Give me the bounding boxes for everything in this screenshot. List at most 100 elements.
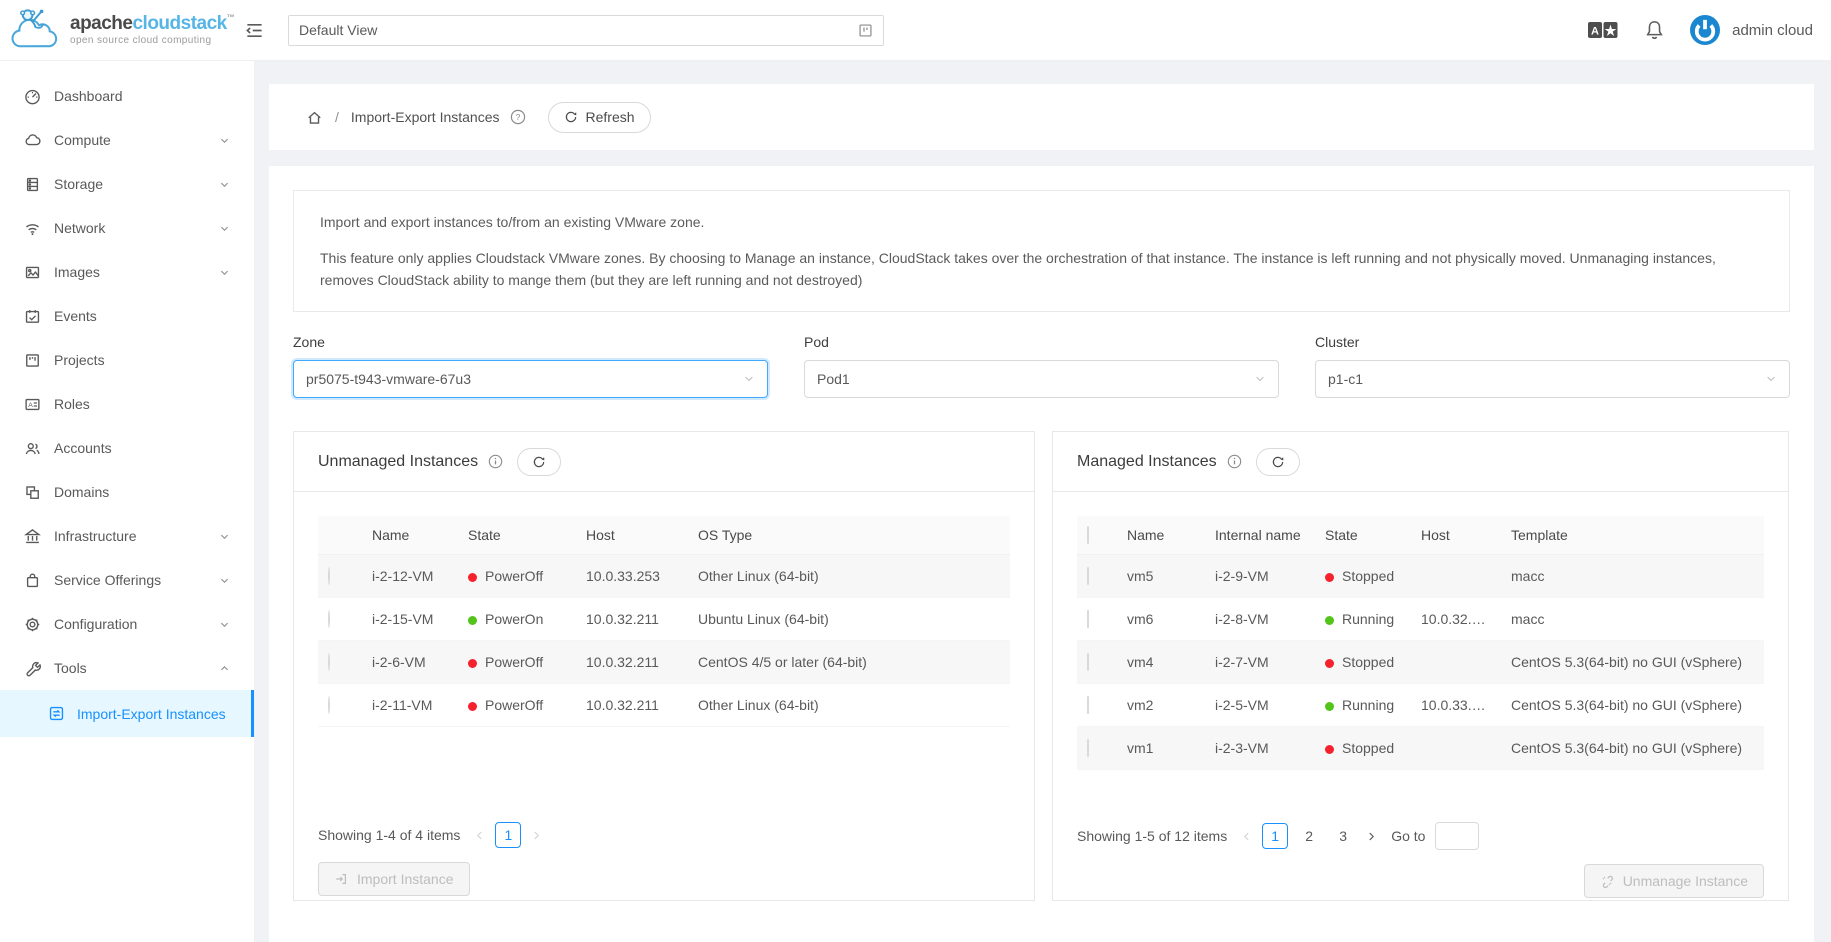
row-checkbox[interactable]: [1087, 739, 1089, 757]
cell-name: i-2-15-VM: [362, 598, 458, 641]
import-instance-button[interactable]: Import Instance: [318, 862, 470, 896]
goto-page-input[interactable]: [1435, 822, 1479, 850]
prev-page-icon[interactable]: [474, 830, 485, 841]
cell-name: i-2-11-VM: [362, 684, 458, 727]
page-number[interactable]: 3: [1330, 823, 1356, 849]
row-checkbox[interactable]: [1087, 653, 1089, 671]
filter-row: Zone pr5075-t943-vmware-67u3 Pod Pod1 Cl…: [293, 334, 1790, 398]
notification-bell-icon[interactable]: [1645, 20, 1664, 40]
sidebar-item-dashboard[interactable]: Dashboard: [0, 74, 254, 118]
sidebar-item-service-offerings[interactable]: Service Offerings: [0, 558, 254, 602]
cell-name: vm2: [1117, 684, 1205, 727]
sidebar-item-projects[interactable]: Projects: [0, 338, 254, 382]
user-avatar-icon[interactable]: [1690, 15, 1720, 45]
team-icon: [24, 440, 41, 457]
view-selector[interactable]: [288, 15, 884, 46]
info-circle-icon[interactable]: [1227, 454, 1242, 469]
page-number[interactable]: 1: [1262, 823, 1288, 849]
pod-select[interactable]: Pod1: [804, 360, 1279, 398]
page-number[interactable]: 1: [495, 822, 521, 848]
sidebar-item-events[interactable]: Events: [0, 294, 254, 338]
row-checkbox[interactable]: [1087, 567, 1089, 585]
status-dot-icon: [468, 573, 477, 582]
unmanage-instance-button[interactable]: Unmanage Instance: [1584, 864, 1764, 898]
next-page-icon[interactable]: [531, 830, 542, 841]
row-checkbox[interactable]: [1087, 610, 1089, 628]
next-page-icon[interactable]: [1366, 831, 1377, 842]
prev-page-icon[interactable]: [1241, 831, 1252, 842]
cell-internal-name: i-2-7-VM: [1205, 641, 1315, 684]
zone-select[interactable]: pr5075-t943-vmware-67u3: [293, 360, 768, 398]
question-circle-icon[interactable]: ?: [510, 109, 526, 125]
sidebar-item-roles[interactable]: A Roles: [0, 382, 254, 426]
chevron-down-icon: [219, 223, 230, 234]
cell-host: 10.0.32.211: [1411, 598, 1501, 641]
calendar-check-icon: [24, 308, 41, 325]
managed-instances-card: Managed Instances: [1052, 431, 1789, 901]
sidebar-item-infrastructure[interactable]: Infrastructure: [0, 514, 254, 558]
cell-os-type: Ubuntu Linux (64-bit): [688, 598, 1010, 641]
managed-refresh-button[interactable]: [1256, 448, 1300, 476]
user-name[interactable]: admin cloud: [1732, 22, 1813, 39]
feature-description: Import and export instances to/from an e…: [293, 190, 1790, 312]
home-icon[interactable]: [306, 109, 323, 126]
sidebar-item-accounts[interactable]: Accounts: [0, 426, 254, 470]
cell-host: [1411, 727, 1501, 770]
status-dot-icon: [1325, 702, 1334, 711]
refresh-button[interactable]: Refresh: [548, 102, 651, 133]
svg-text:?: ?: [515, 112, 520, 122]
sidebar-item-configuration[interactable]: Configuration: [0, 602, 254, 646]
sidebar-item-images[interactable]: Images: [0, 250, 254, 294]
chevron-down-icon: [219, 619, 230, 630]
unmanaged-pagination: Showing 1-4 of 4 items 1: [318, 822, 1010, 848]
status-dot-icon: [1325, 745, 1334, 754]
sidebar-item-storage[interactable]: Storage: [0, 162, 254, 206]
cell-state: PowerOn: [458, 598, 576, 641]
row-radio[interactable]: [328, 610, 330, 628]
info-circle-icon[interactable]: [488, 454, 503, 469]
description-line-1: Import and export instances to/from an e…: [320, 211, 1763, 233]
row-radio[interactable]: [328, 653, 330, 671]
description-line-2: This feature only applies Cloudstack VMw…: [320, 247, 1763, 291]
picture-icon: [24, 264, 41, 281]
cell-template: macc: [1501, 555, 1764, 598]
pagination-summary: Showing 1-5 of 12 items: [1077, 828, 1227, 844]
cell-host: 10.0.32.211: [576, 684, 688, 727]
project-view-icon[interactable]: [858, 23, 873, 38]
sidebar-item-tools[interactable]: Tools: [0, 646, 254, 690]
page-number[interactable]: 2: [1296, 823, 1322, 849]
app-header: apachecloudstack™ open source cloud comp…: [0, 0, 1831, 61]
menu-fold-icon[interactable]: [245, 21, 264, 40]
user-menu[interactable]: admin cloud: [1690, 15, 1813, 45]
row-checkbox[interactable]: [1087, 696, 1089, 714]
table-row: i-2-6-VM PowerOff 10.0.32.211 CentOS 4/5…: [318, 641, 1010, 684]
cell-host: 10.0.32.211: [576, 641, 688, 684]
unmanaged-refresh-button[interactable]: [517, 448, 561, 476]
status-dot-icon: [468, 659, 477, 668]
sidebar-item-domains[interactable]: Domains: [0, 470, 254, 514]
cell-state: PowerOff: [458, 684, 576, 727]
chevron-down-icon: [219, 179, 230, 190]
sidebar-item-import-export-instances[interactable]: Import-Export Instances: [0, 690, 254, 737]
import-export-icon: [48, 705, 65, 722]
sidebar-item-compute[interactable]: Compute: [0, 118, 254, 162]
cell-name: vm1: [1117, 727, 1205, 770]
pagination-summary: Showing 1-4 of 4 items: [318, 827, 460, 843]
block-icon: [24, 484, 41, 501]
cluster-select[interactable]: p1-c1: [1315, 360, 1790, 398]
cloudstack-logo[interactable]: apachecloudstack™ open source cloud comp…: [0, 4, 245, 56]
status-dot-icon: [1325, 573, 1334, 582]
svg-text:A: A: [28, 401, 33, 408]
view-selector-input[interactable]: [299, 22, 858, 38]
shopping-icon: [24, 572, 41, 589]
cell-internal-name: i-2-8-VM: [1205, 598, 1315, 641]
cell-name: i-2-6-VM: [362, 641, 458, 684]
cell-name: i-2-12-VM: [362, 555, 458, 598]
cell-internal-name: i-2-3-VM: [1205, 727, 1315, 770]
managed-pagination: Showing 1-5 of 12 items 123 Go to: [1077, 822, 1764, 850]
sidebar-item-network[interactable]: Network: [0, 206, 254, 250]
row-radio[interactable]: [328, 567, 330, 585]
row-radio[interactable]: [328, 696, 330, 714]
select-all-checkbox[interactable]: [1087, 526, 1089, 544]
translate-icon[interactable]: A: [1587, 20, 1619, 40]
